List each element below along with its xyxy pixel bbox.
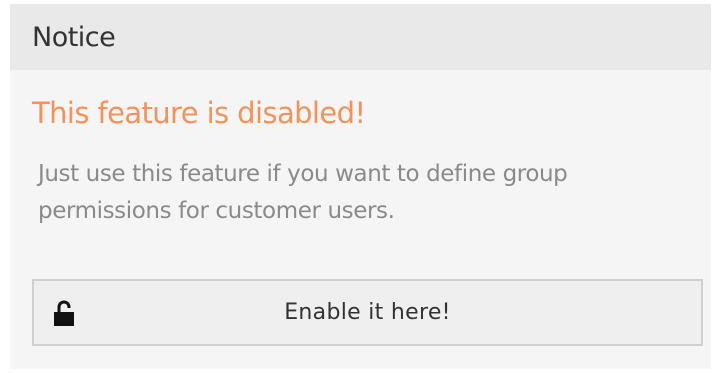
enable-feature-button[interactable]: Enable it here! — [32, 279, 703, 346]
feature-description: Just use this feature if you want to def… — [38, 161, 568, 224]
disabled-warning: This feature is disabled! — [32, 96, 366, 130]
panel-header: Notice — [10, 4, 711, 70]
enable-feature-button-label: Enable it here! — [284, 300, 451, 325]
notice-panel: Notice This feature is disabled! Just us… — [10, 4, 711, 369]
panel-title: Notice — [32, 22, 116, 53]
